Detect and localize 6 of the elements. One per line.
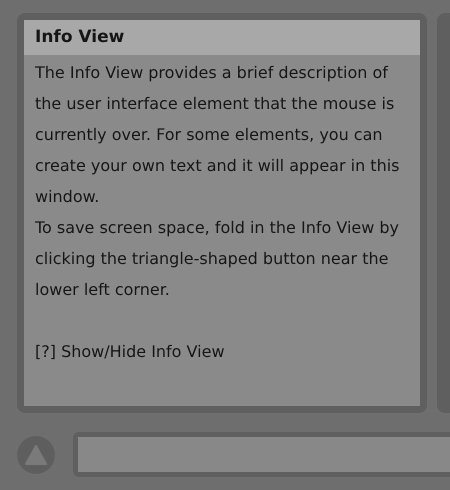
shortcut-hint: [?] Show/Hide Info View [35,341,226,363]
description-text: The Info View provides a brief description of the user interface element that the mouse is currently over. For some elements, you can create your own text and it will appear in this window. [35,62,400,208]
triangle-icon [25,444,47,464]
description-text: To save screen space, fold in the Info View by clicking the triangle-shaped button near the lower left corner. [35,217,400,301]
fold-button[interactable] [17,436,55,474]
panel-title: Info View [24,20,420,55]
